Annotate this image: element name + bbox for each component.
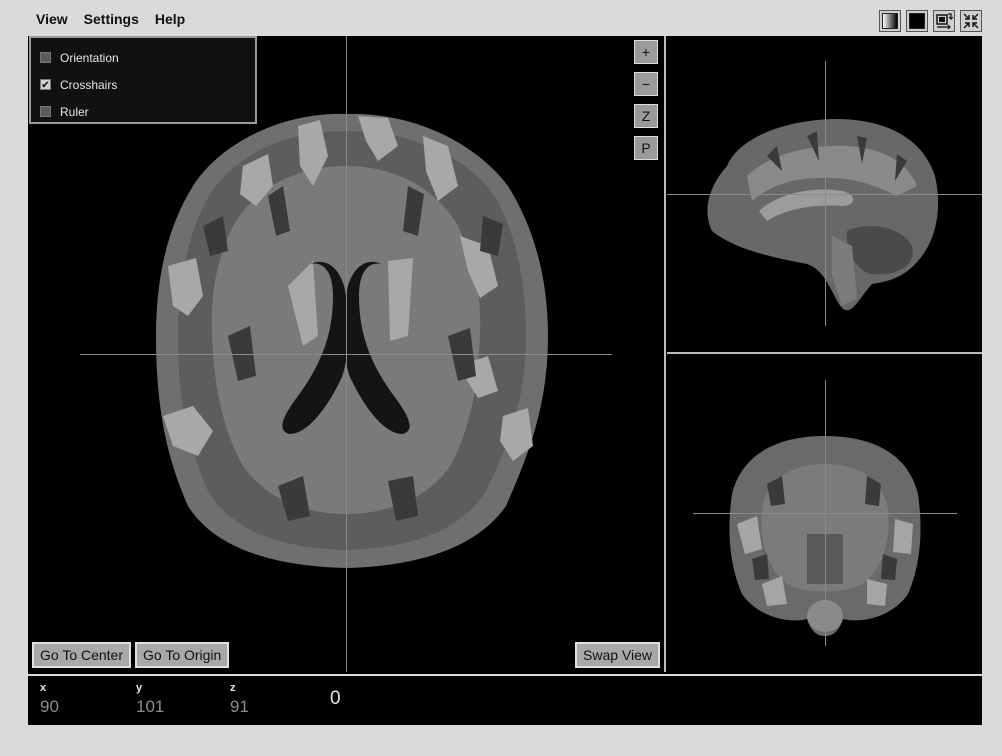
menu-view[interactable]: View: [28, 8, 76, 32]
coord-y: y 101: [136, 682, 196, 717]
crosshairs-label: Crosshairs: [60, 77, 118, 92]
coord-z-value: 91: [230, 697, 249, 716]
coord-z-label: z: [230, 682, 236, 694]
coord-x-value: 90: [40, 697, 59, 716]
ruler-checkbox[interactable]: [40, 106, 51, 117]
swap-layout-icon: [936, 13, 954, 30]
crosshairs-option[interactable]: ✔ Crosshairs: [31, 71, 255, 98]
coord-z: z 91: [230, 682, 290, 717]
viewer-area: Orientation ✔ Crosshairs Ruler + − Z P G…: [28, 36, 982, 674]
ruler-option[interactable]: Ruler: [31, 98, 255, 125]
swap-view-button[interactable]: Swap View: [575, 642, 661, 668]
coronal-view[interactable]: [667, 354, 982, 672]
sagittal-view[interactable]: [667, 36, 982, 354]
go-to-origin-button[interactable]: Go To Origin: [135, 642, 230, 668]
grayscale-gradient-button[interactable]: [879, 10, 901, 32]
collapse-button[interactable]: [960, 10, 982, 32]
orientation-checkbox[interactable]: [40, 52, 51, 63]
crosshairs-checkbox[interactable]: ✔: [40, 79, 51, 91]
toolbar: [879, 10, 982, 32]
axial-brain-image: [80, 36, 612, 672]
go-to-center-button[interactable]: Go To Center: [32, 642, 132, 668]
papaya-viewer-app: View Settings Help Orientation ✔ Crossha…: [0, 0, 1002, 756]
coord-x: x 90: [40, 682, 100, 717]
status-bar: x 90 y 101 z 91 0: [28, 676, 982, 725]
coord-y-label: y: [136, 682, 143, 694]
orientation-option[interactable]: Orientation: [31, 44, 255, 71]
coord-x-label: x: [40, 682, 47, 694]
z-button[interactable]: Z: [634, 104, 658, 128]
p-button[interactable]: P: [634, 136, 658, 160]
coronal-brain-image: [693, 380, 957, 646]
black-background-icon: [909, 13, 925, 29]
grayscale-gradient-icon: [882, 13, 898, 29]
axial-view[interactable]: Orientation ✔ Crosshairs Ruler + − Z P G…: [28, 36, 666, 672]
menu-bar: View Settings Help: [28, 8, 193, 32]
menu-help[interactable]: Help: [147, 8, 193, 32]
black-background-button[interactable]: [906, 10, 928, 32]
zoom-out-button[interactable]: −: [634, 72, 658, 96]
zoom-in-button[interactable]: +: [634, 40, 658, 64]
collapse-icon: [963, 13, 979, 29]
swap-layout-button[interactable]: [933, 10, 955, 32]
sagittal-brain-image: [667, 61, 982, 326]
orientation-label: Orientation: [60, 50, 119, 65]
coord-y-value: 101: [136, 697, 165, 716]
ruler-label: Ruler: [60, 104, 89, 119]
intensity-value: 0: [330, 688, 341, 709]
overlay-options-panel: Orientation ✔ Crosshairs Ruler: [29, 36, 257, 124]
menu-settings[interactable]: Settings: [76, 8, 147, 32]
zoom-controls: + − Z P: [634, 40, 658, 160]
